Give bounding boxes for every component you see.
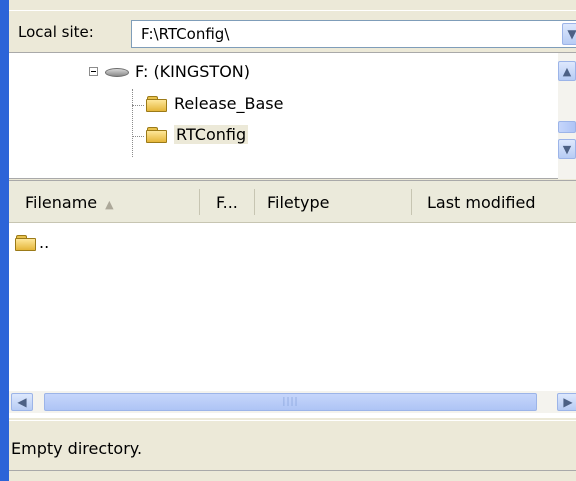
scroll-right-icon[interactable]: ▶ bbox=[557, 393, 576, 411]
scroll-thumb[interactable]: |||| bbox=[44, 393, 537, 411]
column-separator[interactable] bbox=[411, 189, 412, 215]
tree-vertical-scrollbar[interactable]: ▲ ▼ bbox=[558, 53, 576, 179]
tree-item-label: Release_Base bbox=[174, 94, 284, 113]
scroll-thumb[interactable] bbox=[558, 121, 576, 133]
tree-item-label: F: (KINGSTON) bbox=[135, 62, 250, 81]
folder-open-icon bbox=[146, 127, 168, 143]
folder-icon bbox=[146, 96, 168, 112]
column-last-modified[interactable]: Last modified bbox=[427, 193, 535, 212]
tree-connector bbox=[132, 136, 144, 137]
sort-ascending-icon: ▲ bbox=[105, 198, 114, 211]
local-directory-tree[interactable]: F: (KINGSTON) Release_Base RTConfig ▲ ▼ bbox=[9, 53, 576, 179]
local-site-label: Local site: bbox=[18, 23, 94, 41]
top-strip bbox=[9, 0, 576, 10]
column-separator[interactable] bbox=[199, 189, 200, 215]
column-filesize[interactable]: F... bbox=[216, 193, 238, 212]
tree-connector bbox=[132, 105, 144, 106]
local-site-path[interactable]: F:\RTConfig\ bbox=[141, 25, 229, 43]
chevron-down-icon[interactable]: ▼ bbox=[562, 23, 576, 45]
local-site-bar: Local site: F:\RTConfig\ ▼ bbox=[9, 11, 576, 53]
file-list-horizontal-scrollbar[interactable]: ◀ |||| ▶ bbox=[9, 391, 576, 413]
file-list-header: Filename ▲ F... Filetype Last modified bbox=[9, 181, 576, 223]
collapse-icon[interactable] bbox=[89, 67, 98, 76]
drive-icon bbox=[105, 67, 129, 77]
column-filename[interactable]: Filename ▲ bbox=[25, 193, 114, 212]
column-filetype[interactable]: Filetype bbox=[267, 193, 330, 212]
folder-icon bbox=[15, 235, 37, 251]
tree-item-release-base[interactable]: Release_Base bbox=[146, 94, 283, 113]
local-site-combo[interactable]: F:\RTConfig\ ▼ bbox=[131, 20, 576, 48]
list-item-name: .. bbox=[39, 233, 50, 252]
status-text: Empty directory. bbox=[11, 439, 143, 458]
scroll-down-icon[interactable]: ▼ bbox=[558, 139, 576, 159]
status-bar: Empty directory. bbox=[9, 420, 576, 470]
scroll-left-icon[interactable]: ◀ bbox=[11, 393, 33, 411]
window-left-border bbox=[0, 0, 9, 481]
tree-item-drive-f[interactable]: F: (KINGSTON) bbox=[89, 62, 250, 81]
tree-item-label: RTConfig bbox=[174, 125, 249, 144]
local-file-list[interactable]: Filename ▲ F... Filetype Last modified ..… bbox=[9, 180, 576, 418]
column-separator[interactable] bbox=[254, 189, 255, 215]
tree-item-rtconfig[interactable]: RTConfig bbox=[146, 125, 249, 144]
bottom-divider bbox=[9, 470, 576, 471]
scroll-up-icon[interactable]: ▲ bbox=[558, 61, 576, 81]
tree-connector bbox=[132, 89, 133, 157]
list-item[interactable]: .. bbox=[15, 233, 49, 252]
column-label: Filename bbox=[25, 193, 98, 212]
